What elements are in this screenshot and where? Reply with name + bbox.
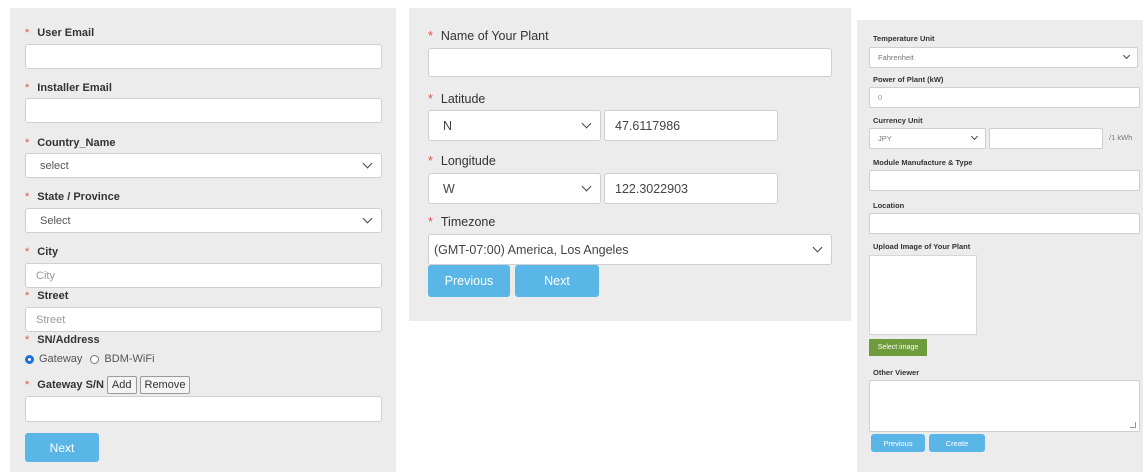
latitude-input[interactable]: 47.6117986 <box>604 110 778 141</box>
resize-handle-icon[interactable] <box>1130 422 1136 428</box>
currency-unit-label: Currency Unit <box>873 116 923 125</box>
module-input[interactable] <box>869 170 1140 191</box>
add-button[interactable]: Add <box>106 376 137 394</box>
plant-location-panel: * Name of Your Plant * Latitude N 47.61179… <box>409 8 851 321</box>
street-input[interactable]: Street <box>25 307 382 332</box>
chevron-down-icon <box>1122 51 1131 60</box>
installer-email-label: * Installer Email <box>25 82 112 94</box>
sn-address-label: * SN/Address <box>25 334 100 346</box>
chevron-down-icon <box>812 242 823 253</box>
chevron-down-icon <box>581 181 592 192</box>
next-button[interactable]: Next <box>25 433 99 462</box>
latitude-label: * Latitude <box>428 92 486 106</box>
per-kwh-label: /1 kWh <box>1109 133 1133 142</box>
create-button[interactable]: Create <box>929 434 985 452</box>
location-label: Location <box>873 201 905 210</box>
city-placeholder: City <box>36 269 55 282</box>
country-select-value: select <box>40 159 69 172</box>
gateway-sn-input[interactable] <box>25 396 382 422</box>
account-form-panel: * User Email * Installer Email * Country_Na… <box>10 8 396 472</box>
latitude-direction-select[interactable]: N <box>428 110 601 141</box>
other-viewer-label: Other Viewer <box>873 368 920 377</box>
temperature-unit-select[interactable]: Fahrenheit <box>869 47 1138 68</box>
installer-email-input[interactable] <box>25 98 382 123</box>
country-label: * Country_Name <box>25 137 116 149</box>
radio-bdm-wifi-label: BDM-WiFi <box>104 353 155 365</box>
plant-name-label: * Name of Your Plant <box>428 29 549 43</box>
longitude-value: 122.3022903 <box>615 181 688 196</box>
radio-gateway[interactable] <box>25 354 34 364</box>
timezone-value: (GMT-07:00) America, Los Angeles <box>434 242 629 257</box>
radio-gateway-label: Gateway <box>39 353 83 365</box>
state-select-value: Select <box>40 214 71 227</box>
street-placeholder: Street <box>36 313 66 326</box>
other-viewer-textarea[interactable] <box>869 380 1140 432</box>
radio-bdm-wifi[interactable] <box>90 354 100 364</box>
latitude-direction-value: N <box>443 118 453 133</box>
location-input[interactable] <box>869 213 1140 234</box>
timezone-label: * Timezone <box>428 215 496 229</box>
power-label: Power of Plant (kW) <box>873 75 944 84</box>
city-label: * City <box>25 246 59 258</box>
country-select[interactable]: select <box>25 153 382 178</box>
upload-image-label: Upload Image of Your Plant <box>873 242 971 251</box>
user-email-input[interactable] <box>25 44 382 69</box>
street-label: * Street <box>25 290 69 302</box>
currency-unit-select[interactable]: JPY <box>869 128 986 149</box>
currency-unit-value: JPY <box>878 134 892 143</box>
latitude-value: 47.6117986 <box>615 118 681 133</box>
plant-details-panel: Temperature Unit Fahrenheit Power of Pla… <box>857 20 1143 472</box>
longitude-input[interactable]: 122.3022903 <box>604 173 778 204</box>
next-button[interactable]: Next <box>515 265 599 297</box>
remove-button[interactable]: Remove <box>139 376 191 394</box>
longitude-label: * Longitude <box>428 154 496 168</box>
previous-button[interactable]: Previous <box>428 265 510 297</box>
chevron-down-icon <box>362 158 373 169</box>
power-value: 0 <box>878 93 883 102</box>
user-email-label: * User Email <box>25 27 95 39</box>
sn-type-radio-group: Gateway BDM-WiFi <box>25 353 155 365</box>
chevron-down-icon <box>362 213 373 224</box>
state-select[interactable]: Select <box>25 208 382 233</box>
currency-price-input[interactable] <box>989 128 1103 149</box>
chevron-down-icon <box>970 132 979 141</box>
temperature-unit-value: Fahrenheit <box>878 53 914 62</box>
plant-name-input[interactable] <box>428 48 832 77</box>
power-input[interactable]: 0 <box>869 87 1140 108</box>
city-input[interactable]: City <box>25 263 382 288</box>
state-label: * State / Province <box>25 191 120 203</box>
previous-button[interactable]: Previous <box>871 434 925 452</box>
chevron-down-icon <box>581 118 592 129</box>
temperature-unit-label: Temperature Unit <box>873 34 935 43</box>
timezone-select[interactable]: (GMT-07:00) America, Los Angeles <box>428 234 832 265</box>
longitude-direction-value: W <box>443 181 455 196</box>
image-preview <box>869 255 977 335</box>
longitude-direction-select[interactable]: W <box>428 173 601 204</box>
gateway-sn-label: * Gateway S/N Add Remove <box>25 376 191 394</box>
select-image-button[interactable]: Select image <box>869 339 927 356</box>
module-label: Module Manufacture & Type <box>873 158 973 167</box>
